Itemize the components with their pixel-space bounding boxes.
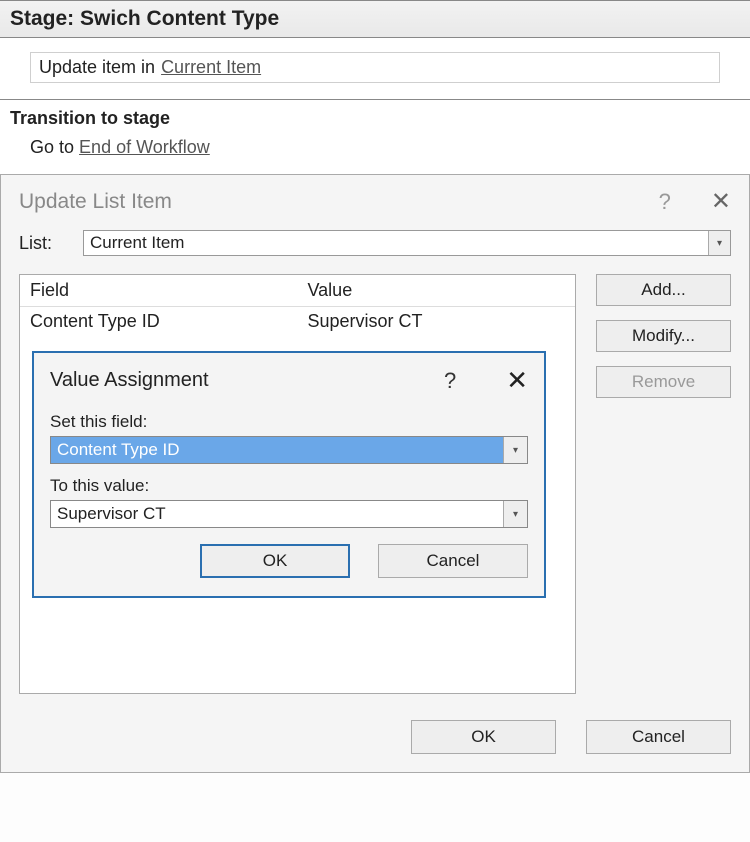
ok-button[interactable]: OK [411,720,556,754]
chevron-down-icon[interactable]: ▾ [503,437,527,463]
value-assignment-dialog: Value Assignment ? ✕ Set this field: Con… [32,351,546,598]
stage-header: Stage: Swich Content Type [0,0,750,38]
dialog-title: Update List Item [19,190,172,214]
goto-prefix: Go to [30,137,74,157]
action-prefix: Update item in [39,57,155,78]
cancel-button[interactable]: Cancel [586,720,731,754]
action-link-current-item[interactable]: Current Item [161,57,261,78]
column-field: Field [20,275,298,306]
goto-link-end-of-workflow[interactable]: End of Workflow [79,137,210,157]
chevron-down-icon[interactable]: ▾ [708,231,730,255]
fields-grid: Field Value Content Type ID Supervisor C… [19,274,576,694]
side-buttons: Add... Modify... Remove [596,274,731,398]
table-row[interactable]: Content Type ID Supervisor CT [20,307,575,336]
stage-prefix: Stage: [10,7,74,30]
cancel-button[interactable]: Cancel [378,544,528,578]
close-icon[interactable]: ✕ [506,365,528,396]
set-field-label: Set this field: [50,408,528,436]
remove-button: Remove [596,366,731,398]
close-icon[interactable]: ✕ [711,187,731,216]
transition-heading: Transition to stage [0,99,750,131]
list-row: List: Current Item ▾ [19,230,731,256]
help-icon[interactable]: ? [444,368,456,394]
value-dialog-title: Value Assignment [50,369,209,392]
set-field-value: Content Type ID [51,437,503,463]
dialog-titlebar: Update List Item ? ✕ [1,175,749,230]
list-select[interactable]: Current Item ▾ [83,230,731,256]
modify-button[interactable]: Modify... [596,320,731,352]
chevron-down-icon[interactable]: ▾ [503,501,527,527]
transition-body: Go to End of Workflow [0,131,750,174]
to-value-value: Supervisor CT [51,501,503,527]
to-value-combo[interactable]: Supervisor CT ▾ [50,500,528,528]
list-select-value: Current Item [84,231,708,255]
workflow-action[interactable]: Update item in Current Item [30,52,720,83]
help-icon[interactable]: ? [659,189,671,215]
update-list-item-dialog: Update List Item ? ✕ List: Current Item … [0,174,750,773]
add-button[interactable]: Add... [596,274,731,306]
set-field-combo[interactable]: Content Type ID ▾ [50,436,528,464]
stage-name: Swich Content Type [80,7,279,30]
grid-header: Field Value [20,275,575,307]
list-label: List: [19,233,69,254]
value-dialog-titlebar: Value Assignment ? ✕ [34,353,544,408]
ok-button[interactable]: OK [200,544,350,578]
row-value: Supervisor CT [298,307,576,336]
stage-body: Update item in Current Item [0,38,750,99]
dialog-footer: OK Cancel [1,710,749,772]
column-value: Value [298,275,576,306]
to-value-label: To this value: [50,472,528,500]
row-field: Content Type ID [20,307,298,336]
